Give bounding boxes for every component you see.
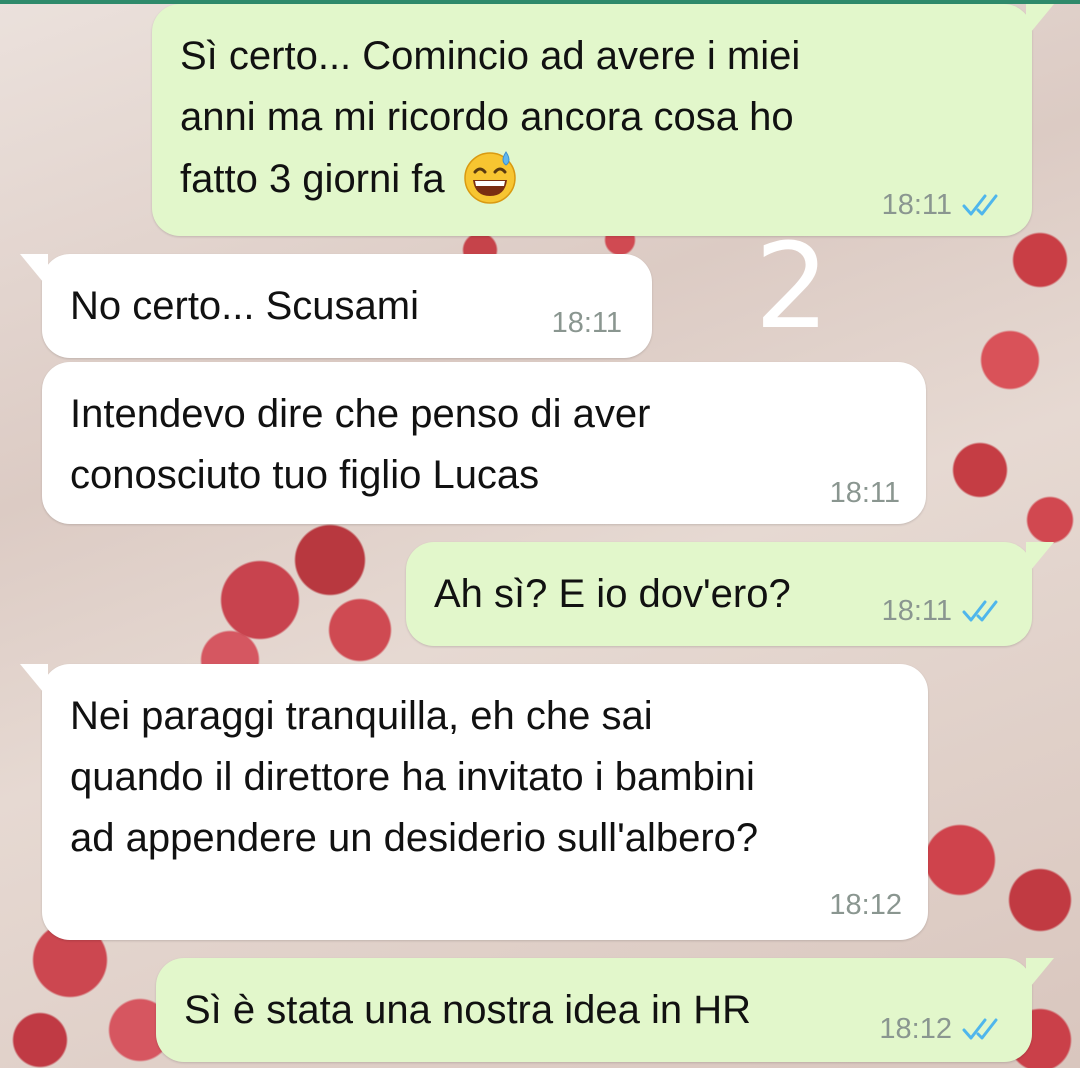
- message-bubble-incoming[interactable]: No certo... Scusami 18:11: [20, 254, 652, 358]
- message-text-line: Sì certo... Comincio ad avere i miei: [180, 34, 801, 78]
- message-timestamp: 18:11: [881, 189, 952, 221]
- bubble-tail: [20, 664, 48, 698]
- message-text-line: anni ma mi ricordo ancora cosa ho: [180, 95, 794, 139]
- message-text-line: Intendevo dire che penso di aver: [70, 392, 651, 436]
- message-text-line: ad appendere un desiderio sull'albero?: [70, 816, 759, 860]
- message-bubble-outgoing[interactable]: Sì è stata una nostra idea in HR 18:12: [156, 958, 1054, 1062]
- message-meta: 18:11: [830, 478, 900, 508]
- bubble-tail: [20, 254, 48, 288]
- message-bubble-incoming[interactable]: Nei paraggi tranquilla, eh che sai quand…: [20, 664, 928, 940]
- message-meta: 18:11: [882, 596, 1006, 626]
- message-text-line: fatto 3 giorni fa: [180, 148, 1004, 210]
- double-check-read-icon: [962, 194, 998, 216]
- bubble-tail: [1026, 4, 1054, 38]
- bubble-tail: [1026, 542, 1054, 576]
- message-timestamp: 18:12: [829, 889, 902, 921]
- message-meta: 18:11: [882, 190, 1006, 220]
- message-timestamp: 18:12: [879, 1013, 952, 1045]
- message-bubble-outgoing[interactable]: Sì certo... Comincio ad avere i miei ann…: [152, 4, 1054, 236]
- message-meta: 18:12: [829, 890, 902, 920]
- bubble-tail: [1026, 958, 1054, 992]
- handwritten-number-annotation: 2: [754, 217, 830, 355]
- message-bubble-outgoing[interactable]: Ah sì? E io dov'ero? 18:11: [406, 542, 1054, 646]
- grinning-face-with-sweat-icon: [463, 151, 516, 204]
- double-check-read-icon: [962, 1018, 998, 1040]
- message-meta: 18:12: [879, 1014, 1006, 1044]
- message-timestamp: 18:11: [829, 477, 900, 509]
- message-text-line: quando il direttore ha invitato i bambin…: [70, 755, 755, 799]
- message-meta: 18:11: [552, 308, 622, 338]
- message-timestamp: 18:11: [881, 595, 952, 627]
- message-timestamp: 18:11: [551, 307, 622, 339]
- message-text-line: No certo... Scusami: [70, 284, 420, 328]
- message-text-segment: fatto 3 giorni fa: [180, 157, 445, 201]
- double-check-read-icon: [962, 600, 998, 622]
- message-text-line: Nei paraggi tranquilla, eh che sai: [70, 694, 653, 738]
- message-bubble-incoming[interactable]: Intendevo dire che penso di aver conosci…: [42, 362, 926, 524]
- message-text-line: conosciuto tuo figlio Lucas: [70, 453, 540, 497]
